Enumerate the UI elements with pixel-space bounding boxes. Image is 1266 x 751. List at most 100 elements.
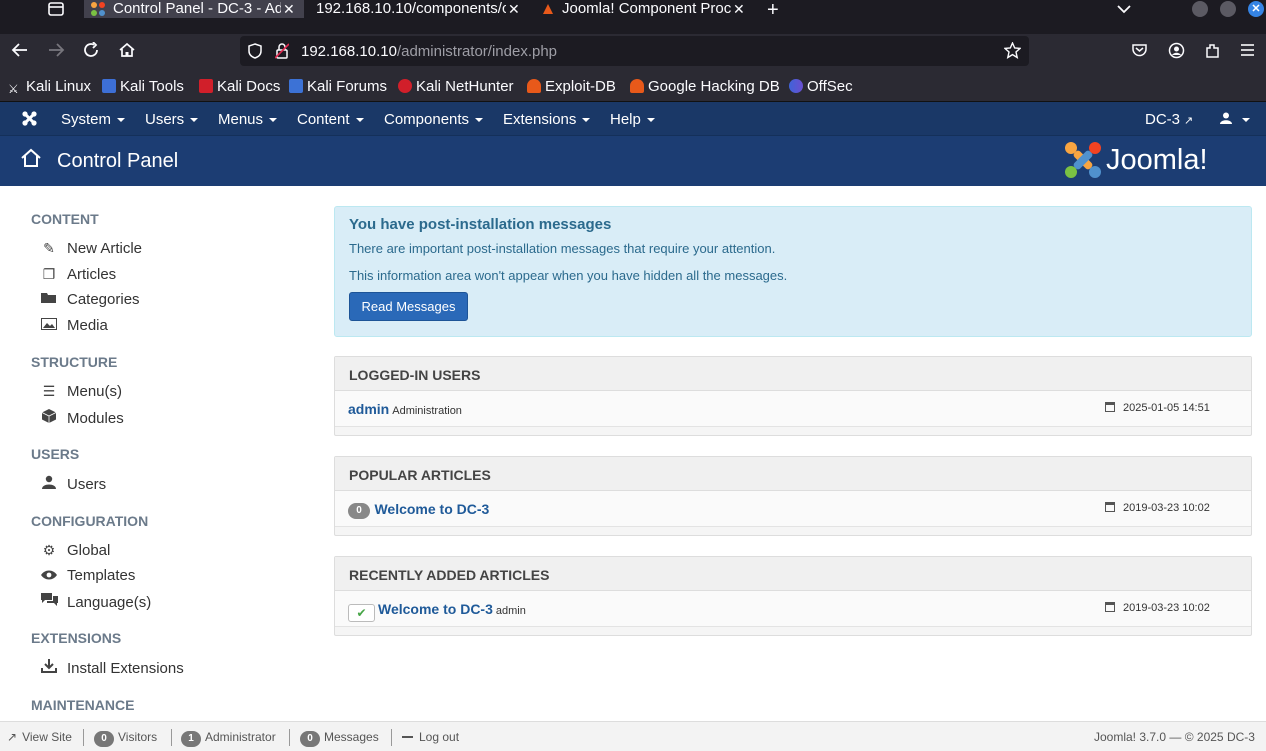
menu-users[interactable]: Users [145, 111, 199, 128]
caret-down-icon [269, 118, 278, 123]
bookmark-exploit-db[interactable]: Exploit-DB [527, 78, 616, 95]
list-item: 0 Welcome to DC-3 2019-03-23 10:02 [335, 491, 1251, 527]
admin-top-menu: System Users Menus Content Components Ex… [0, 102, 1266, 136]
visitors-label: Visitors [118, 730, 158, 744]
site-name: DC-3 [1145, 111, 1181, 128]
messages-status[interactable]: 0 Messages [300, 730, 379, 747]
divider [289, 729, 290, 746]
extensions-icon[interactable] [1204, 42, 1221, 62]
read-messages-button[interactable]: Read Messages [349, 292, 468, 321]
account-icon[interactable] [1168, 42, 1185, 62]
bookmark-kali-nethunter[interactable]: Kali NetHunter [398, 78, 514, 95]
menu-help[interactable]: Help [610, 111, 655, 128]
list-icon: ☰ [42, 383, 56, 399]
sidebar-item-users[interactable]: Users [40, 475, 106, 493]
panel-header: POPULAR ARTICLES [335, 457, 1251, 491]
recent-articles-panel: RECENTLY ADDED ARTICLES ✔ Welcome to DC-3… [334, 556, 1252, 636]
tab-exploit[interactable]: Joomla! Component Proc ✕ [530, 0, 752, 18]
reload-icon[interactable] [83, 41, 101, 61]
menu-menus[interactable]: Menus [218, 111, 278, 128]
close-tab-icon[interactable]: ✕ [733, 0, 745, 18]
sidebar-item-modules[interactable]: Modules [40, 409, 124, 427]
section-maintenance-heading: MAINTENANCE [31, 697, 135, 713]
pencil-icon: ✎ [43, 240, 55, 256]
bookmark-kali-docs[interactable]: Kali Docs [199, 78, 280, 95]
kali-dragon-icon: ⚔ [8, 82, 22, 96]
menu-extensions[interactable]: Extensions [503, 111, 591, 128]
sidebar-item-articles[interactable]: ❐ Articles [40, 266, 116, 283]
close-tab-icon[interactable]: ✕ [508, 0, 520, 18]
firefox-view-icon[interactable] [47, 1, 65, 21]
sidebar-item-categories[interactable]: Categories [40, 291, 140, 308]
minimize-window-icon[interactable] [1192, 1, 1208, 17]
sidebar-item-install-extensions[interactable]: Install Extensions [40, 659, 184, 677]
sidebar-item-media[interactable]: Media [40, 317, 108, 334]
divider [171, 729, 172, 746]
forward-icon[interactable] [47, 42, 65, 61]
bookmark-kali-linux[interactable]: ⚔ Kali Linux [8, 78, 91, 96]
copyright-text: © 2025 DC-3 [1184, 730, 1255, 744]
logout-link[interactable]: Log out [402, 730, 459, 744]
sidebar-item-templates[interactable]: Templates [40, 567, 135, 584]
bookmark-label: Google Hacking DB [648, 78, 780, 95]
messages-count-badge: 0 [300, 731, 320, 747]
bookmark-label: Kali NetHunter [416, 78, 514, 95]
sidebar-item-global[interactable]: ⚙ Global [40, 542, 111, 559]
user-menu[interactable] [1220, 111, 1250, 128]
bookmark-kali-tools[interactable]: Kali Tools [102, 78, 184, 95]
calendar-icon [1105, 602, 1115, 612]
new-tab-icon[interactable]: + [767, 0, 779, 22]
sidebar-item-label: Language(s) [67, 594, 152, 611]
caret-down-icon [190, 118, 199, 123]
administrator-status[interactable]: 1 Administrator [181, 730, 276, 747]
pocket-icon[interactable] [1131, 42, 1148, 61]
sidebar-item-new-article[interactable]: ✎ New Article [40, 240, 142, 257]
sidebar-item-menus[interactable]: ☰ Menu(s) [40, 383, 122, 400]
visitors-status[interactable]: 0 Visitors [94, 730, 157, 747]
item-date: 2019-03-23 10:02 [1105, 502, 1210, 514]
logout-label: Log out [419, 730, 460, 744]
sidebar-item-languages[interactable]: Language(s) [40, 593, 151, 611]
menu-label: Content [297, 111, 350, 128]
user-icon [40, 475, 58, 492]
article-link[interactable]: Welcome to DC-3 [374, 501, 489, 517]
tab-components[interactable]: 192.168.10.10/components/c ✕ [305, 0, 527, 18]
kali-tools-icon [102, 79, 116, 93]
close-tab-icon[interactable]: ✕ [283, 0, 295, 18]
menu-icon[interactable] [1240, 42, 1255, 60]
tab-control-panel[interactable]: Control Panel - DC-3 - Ad ✕ [84, 0, 304, 18]
bookmark-kali-forums[interactable]: Kali Forums [289, 78, 387, 95]
caret-down-icon [475, 118, 484, 123]
url-bar[interactable]: 192.168.10.10/administrator/index.php [240, 36, 1029, 66]
back-icon[interactable] [11, 42, 29, 61]
bookmark-google-hacking-db[interactable]: Google Hacking DB [630, 78, 780, 95]
panel-header: RECENTLY ADDED ARTICLES [335, 557, 1251, 591]
view-site-label: View Site [22, 730, 72, 744]
maximize-window-icon[interactable] [1220, 1, 1236, 17]
close-window-icon[interactable]: ✕ [1248, 1, 1264, 17]
alert-text: This information area won't appear when … [349, 268, 788, 283]
bookmark-offsec[interactable]: OffSec [789, 78, 853, 95]
bookmarks-toolbar: ⚔ Kali Linux Kali Tools Kali Docs Kali Fo… [0, 70, 1266, 102]
sidebar-item-label: Media [67, 317, 108, 334]
bookmark-label: Kali Docs [217, 78, 281, 95]
article-link[interactable]: Welcome to DC-3 [378, 601, 493, 617]
user-link[interactable]: admin [348, 401, 389, 417]
eye-icon [40, 567, 58, 583]
insecure-lock-icon[interactable] [274, 43, 290, 64]
menu-content[interactable]: Content [297, 111, 364, 128]
view-site-link[interactable]: ↗ View Site [7, 730, 72, 744]
bookmark-star-icon[interactable] [1003, 41, 1022, 64]
caret-down-icon [355, 118, 364, 123]
site-link[interactable]: DC-3 ↗ [1145, 111, 1193, 128]
kali-docs-icon [199, 79, 213, 93]
home-icon[interactable] [118, 42, 136, 61]
shield-icon[interactable] [248, 43, 262, 64]
popular-articles-panel: POPULAR ARTICLES 0 Welcome to DC-3 2019-… [334, 456, 1252, 536]
published-check-icon[interactable]: ✔ [348, 604, 375, 622]
bookmark-label: Kali Tools [120, 78, 184, 95]
list-all-tabs-icon[interactable] [1117, 1, 1131, 18]
menu-system[interactable]: System [61, 111, 126, 128]
menu-components[interactable]: Components [384, 111, 484, 128]
joomla-menu-icon[interactable] [21, 110, 38, 132]
